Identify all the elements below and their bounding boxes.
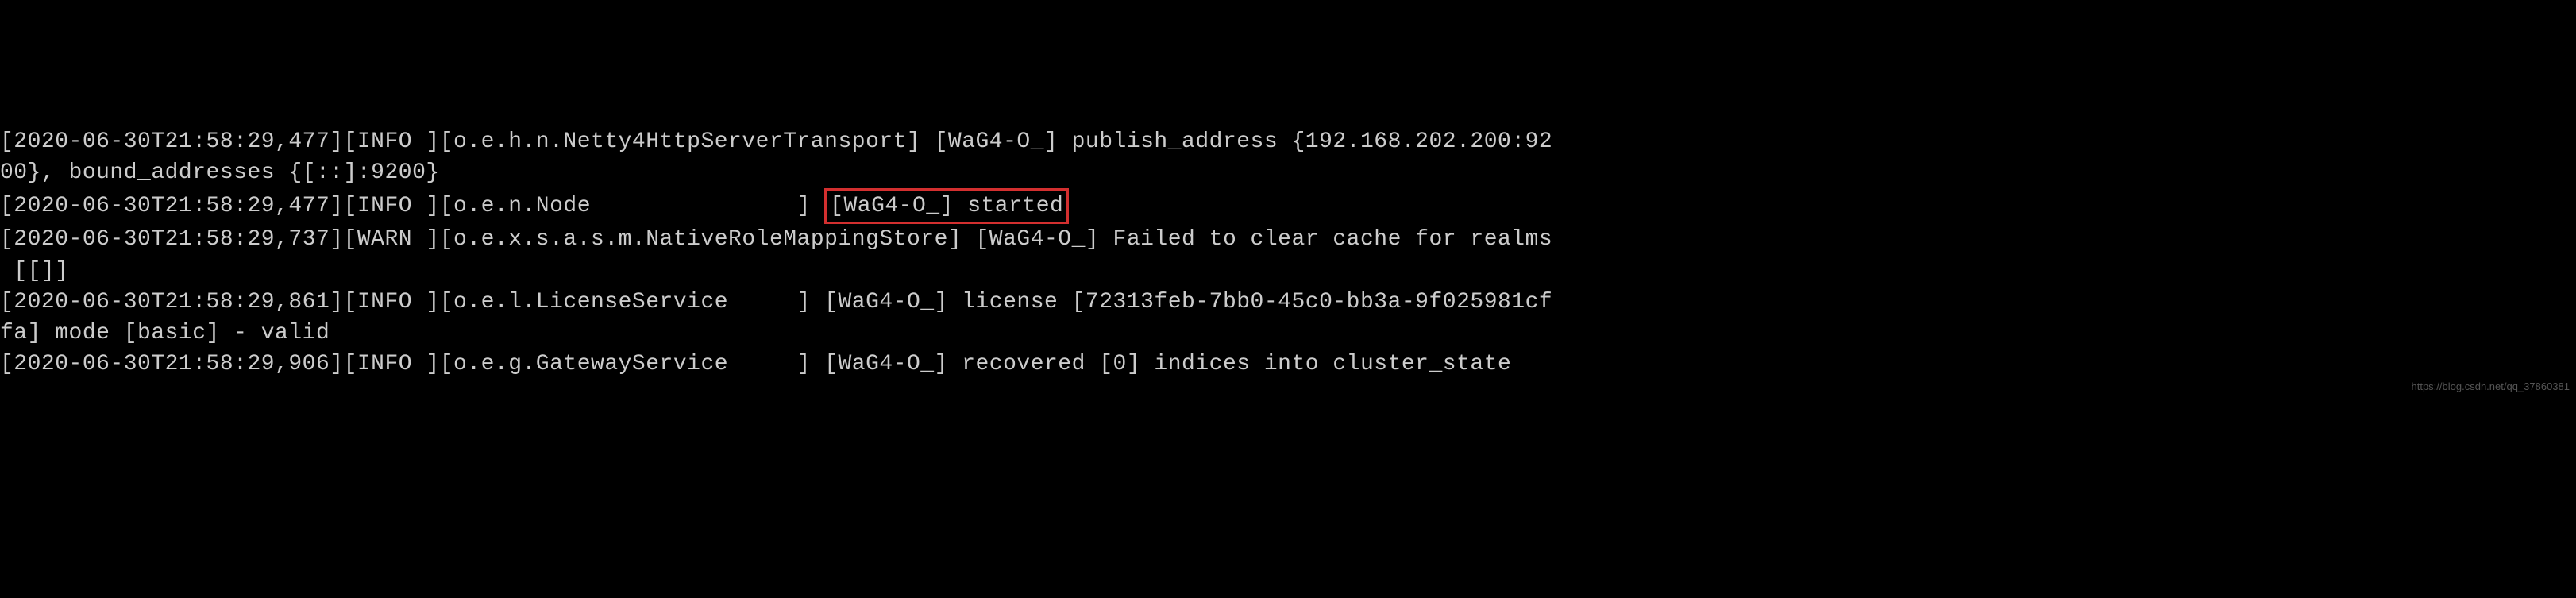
log-line-1b: 00}, bound_addresses {[::]:9200} [0,157,2576,188]
log-line-3a: [2020-06-30T21:58:29,737][WARN ][o.e.x.s… [0,224,2576,255]
log-line-4a: [2020-06-30T21:58:29,861][INFO ][o.e.l.L… [0,287,2576,318]
watermark: https://blog.csdn.net/qq_37860381 [2412,380,2570,394]
log-line-5: [2020-06-30T21:58:29,906][INFO ][o.e.g.G… [0,349,2576,380]
highlight-started: [WaG4-O_] started [824,188,1069,224]
log-line-3b: [[]] [0,256,2576,287]
log-line-2: [2020-06-30T21:58:29,477][INFO ][o.e.n.N… [0,188,2576,224]
log-line-4b: fa] mode [basic] - valid [0,318,2576,349]
log-line-2-prefix: [2020-06-30T21:58:29,477][INFO ][o.e.n.N… [0,194,824,218]
log-line-1a: [2020-06-30T21:58:29,477][INFO ][o.e.h.n… [0,126,2576,157]
